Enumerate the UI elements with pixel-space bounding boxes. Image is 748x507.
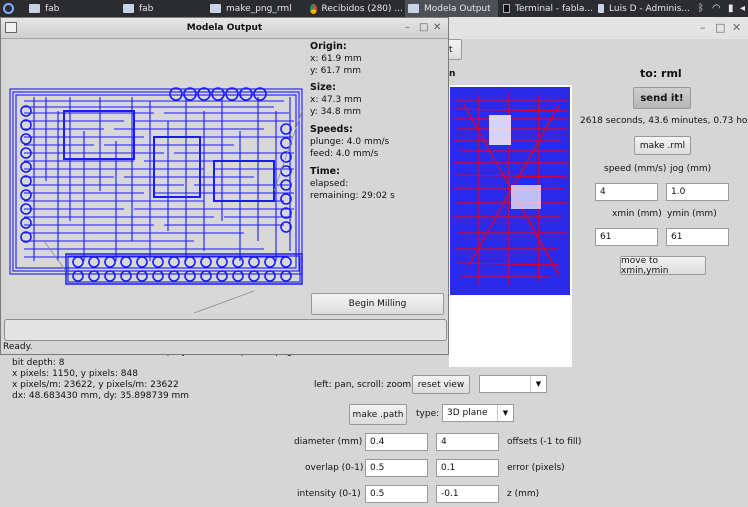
milling-preview[interactable] xyxy=(4,41,305,314)
bluetooth-icon[interactable]: ᛒ xyxy=(698,0,704,17)
offsets-input[interactable]: 4 xyxy=(436,433,499,451)
xmin-label: xmin (mm) xyxy=(612,209,662,219)
view-select[interactable]: ▼ xyxy=(479,375,547,393)
chrome-icon xyxy=(310,3,317,14)
minimize-icon[interactable]: – xyxy=(700,21,706,34)
error-label: error (pixels) xyxy=(507,463,565,473)
remaining-time: remaining: 29:02 s xyxy=(310,191,395,201)
make-path-button[interactable]: make .path xyxy=(349,404,407,425)
log-line: x pixels/m: 23622, y pixels/m: 23622 xyxy=(12,380,179,390)
chevron-down-icon: ▼ xyxy=(497,405,513,421)
log-panel: read /home/fablab/Escritorio/Luis D/proy… xyxy=(5,347,295,402)
terminal-icon xyxy=(503,4,510,13)
move-to-xmin-ymin-button[interactable]: move to xmin,ymin xyxy=(620,256,706,276)
chevron-down-icon: ▼ xyxy=(530,376,546,392)
folder-icon xyxy=(123,4,134,13)
origin-heading: Origin: xyxy=(310,41,347,52)
origin-y: y: 61.7 mm xyxy=(310,66,361,76)
speed-input[interactable]: 4 xyxy=(595,183,658,201)
task-terminal[interactable]: Terminal - fabla... xyxy=(500,0,593,17)
jog-label: jog (mm) xyxy=(670,164,712,174)
battery-icon[interactable]: ▮ xyxy=(728,0,734,17)
close-icon[interactable]: ✕ xyxy=(433,22,441,33)
xmin-input[interactable]: 61 xyxy=(595,228,658,246)
time-estimate: 2618 seconds, 43.6 minutes, 0.73 hours xyxy=(580,116,748,126)
close-icon[interactable]: ✕ xyxy=(732,21,741,34)
diameter-input[interactable]: 0.4 xyxy=(365,433,428,451)
ymin-input[interactable]: 61 xyxy=(666,228,729,246)
size-heading: Size: xyxy=(310,82,336,93)
error-input[interactable]: 0.1 xyxy=(436,459,499,477)
wifi-icon[interactable]: ◠ xyxy=(712,0,721,17)
rml-title: to: rml xyxy=(640,67,682,80)
overlap-input[interactable]: 0.5 xyxy=(365,459,428,477)
progress-bar xyxy=(4,319,447,341)
task-fab-2[interactable]: fab xyxy=(120,0,205,17)
size-x: x: 47.3 mm xyxy=(310,95,362,105)
reset-view-button[interactable]: reset view xyxy=(412,375,470,394)
maximize-icon[interactable]: □ xyxy=(715,21,725,34)
type-label: type: xyxy=(416,409,440,419)
toolpath-svg xyxy=(449,85,572,367)
task-make-png-rml[interactable]: make_png_rml xyxy=(207,0,305,17)
jog-input[interactable]: 1.0 xyxy=(666,183,729,201)
make-rml-button[interactable]: make .rml xyxy=(634,136,691,155)
speed-label: speed (mm/s) xyxy=(604,164,667,174)
toolpath-preview[interactable] xyxy=(449,85,572,367)
plunge-speed: plunge: 4.0 mm/s xyxy=(310,137,390,147)
log-line: x pixels: 1150, y pixels: 848 xyxy=(12,369,138,379)
z-input[interactable]: -0.1 xyxy=(436,485,499,503)
maximize-icon[interactable]: □ xyxy=(419,22,428,33)
task-luis-d[interactable]: Luis D - Adminis... xyxy=(595,0,690,17)
minimize-icon[interactable]: – xyxy=(405,22,410,33)
app-menu-icon xyxy=(3,3,14,14)
origin-x: x: 61.9 mm xyxy=(310,54,362,64)
pcb-traces-svg xyxy=(9,87,303,314)
pan-hint: left: pan, scroll: zoom xyxy=(314,380,412,390)
task-modela-output[interactable]: Modela Output xyxy=(405,0,498,17)
log-line: dx: 48.683430 mm, dy: 35.898739 mm xyxy=(12,391,190,401)
intensity-input[interactable]: 0.5 xyxy=(365,485,428,503)
task-fab-1[interactable]: fab xyxy=(26,0,114,17)
folder-icon xyxy=(210,4,221,13)
modela-title: Modela Output xyxy=(186,23,263,33)
folder-icon xyxy=(598,4,605,13)
time-heading: Time: xyxy=(310,166,340,177)
partial-label: n xyxy=(449,69,456,79)
log-line: bit depth: 8 xyxy=(12,358,65,368)
volume-icon[interactable]: ◂ xyxy=(740,0,745,17)
task-recibidos[interactable]: Recibidos (280) ... xyxy=(307,0,403,17)
offsets-label: offsets (-1 to fill) xyxy=(507,437,582,447)
type-select[interactable]: 3D plane ▼ xyxy=(442,404,514,422)
feed-speed: feed: 4.0 mm/s xyxy=(310,149,379,159)
diameter-label: diameter (mm) xyxy=(294,437,363,447)
modela-titlebar[interactable]: Modela Output – □ ✕ xyxy=(1,18,448,39)
folder-icon xyxy=(29,4,40,13)
elapsed-time: elapsed: xyxy=(310,179,349,189)
send-it-button[interactable]: send it! xyxy=(633,87,691,109)
z-label: z (mm) xyxy=(507,489,540,499)
window-icon xyxy=(408,4,419,13)
begin-milling-button[interactable]: Begin Milling xyxy=(311,293,444,315)
ymin-label: ymin (mm) xyxy=(667,209,717,219)
speeds-heading: Speeds: xyxy=(310,124,353,135)
app-menu-button[interactable] xyxy=(0,0,24,17)
size-y: y: 34.8 mm xyxy=(310,107,361,117)
intensity-label: intensity (0-1) xyxy=(297,489,361,499)
overlap-label: overlap (0-1) xyxy=(305,463,364,473)
status-text: Ready. xyxy=(3,342,33,352)
taskbar: fab fab make_png_rml Recibidos (280) ...… xyxy=(0,0,748,17)
modela-output-window: Modela Output – □ ✕ Origin: x: 61.9 mm y… xyxy=(0,17,449,355)
